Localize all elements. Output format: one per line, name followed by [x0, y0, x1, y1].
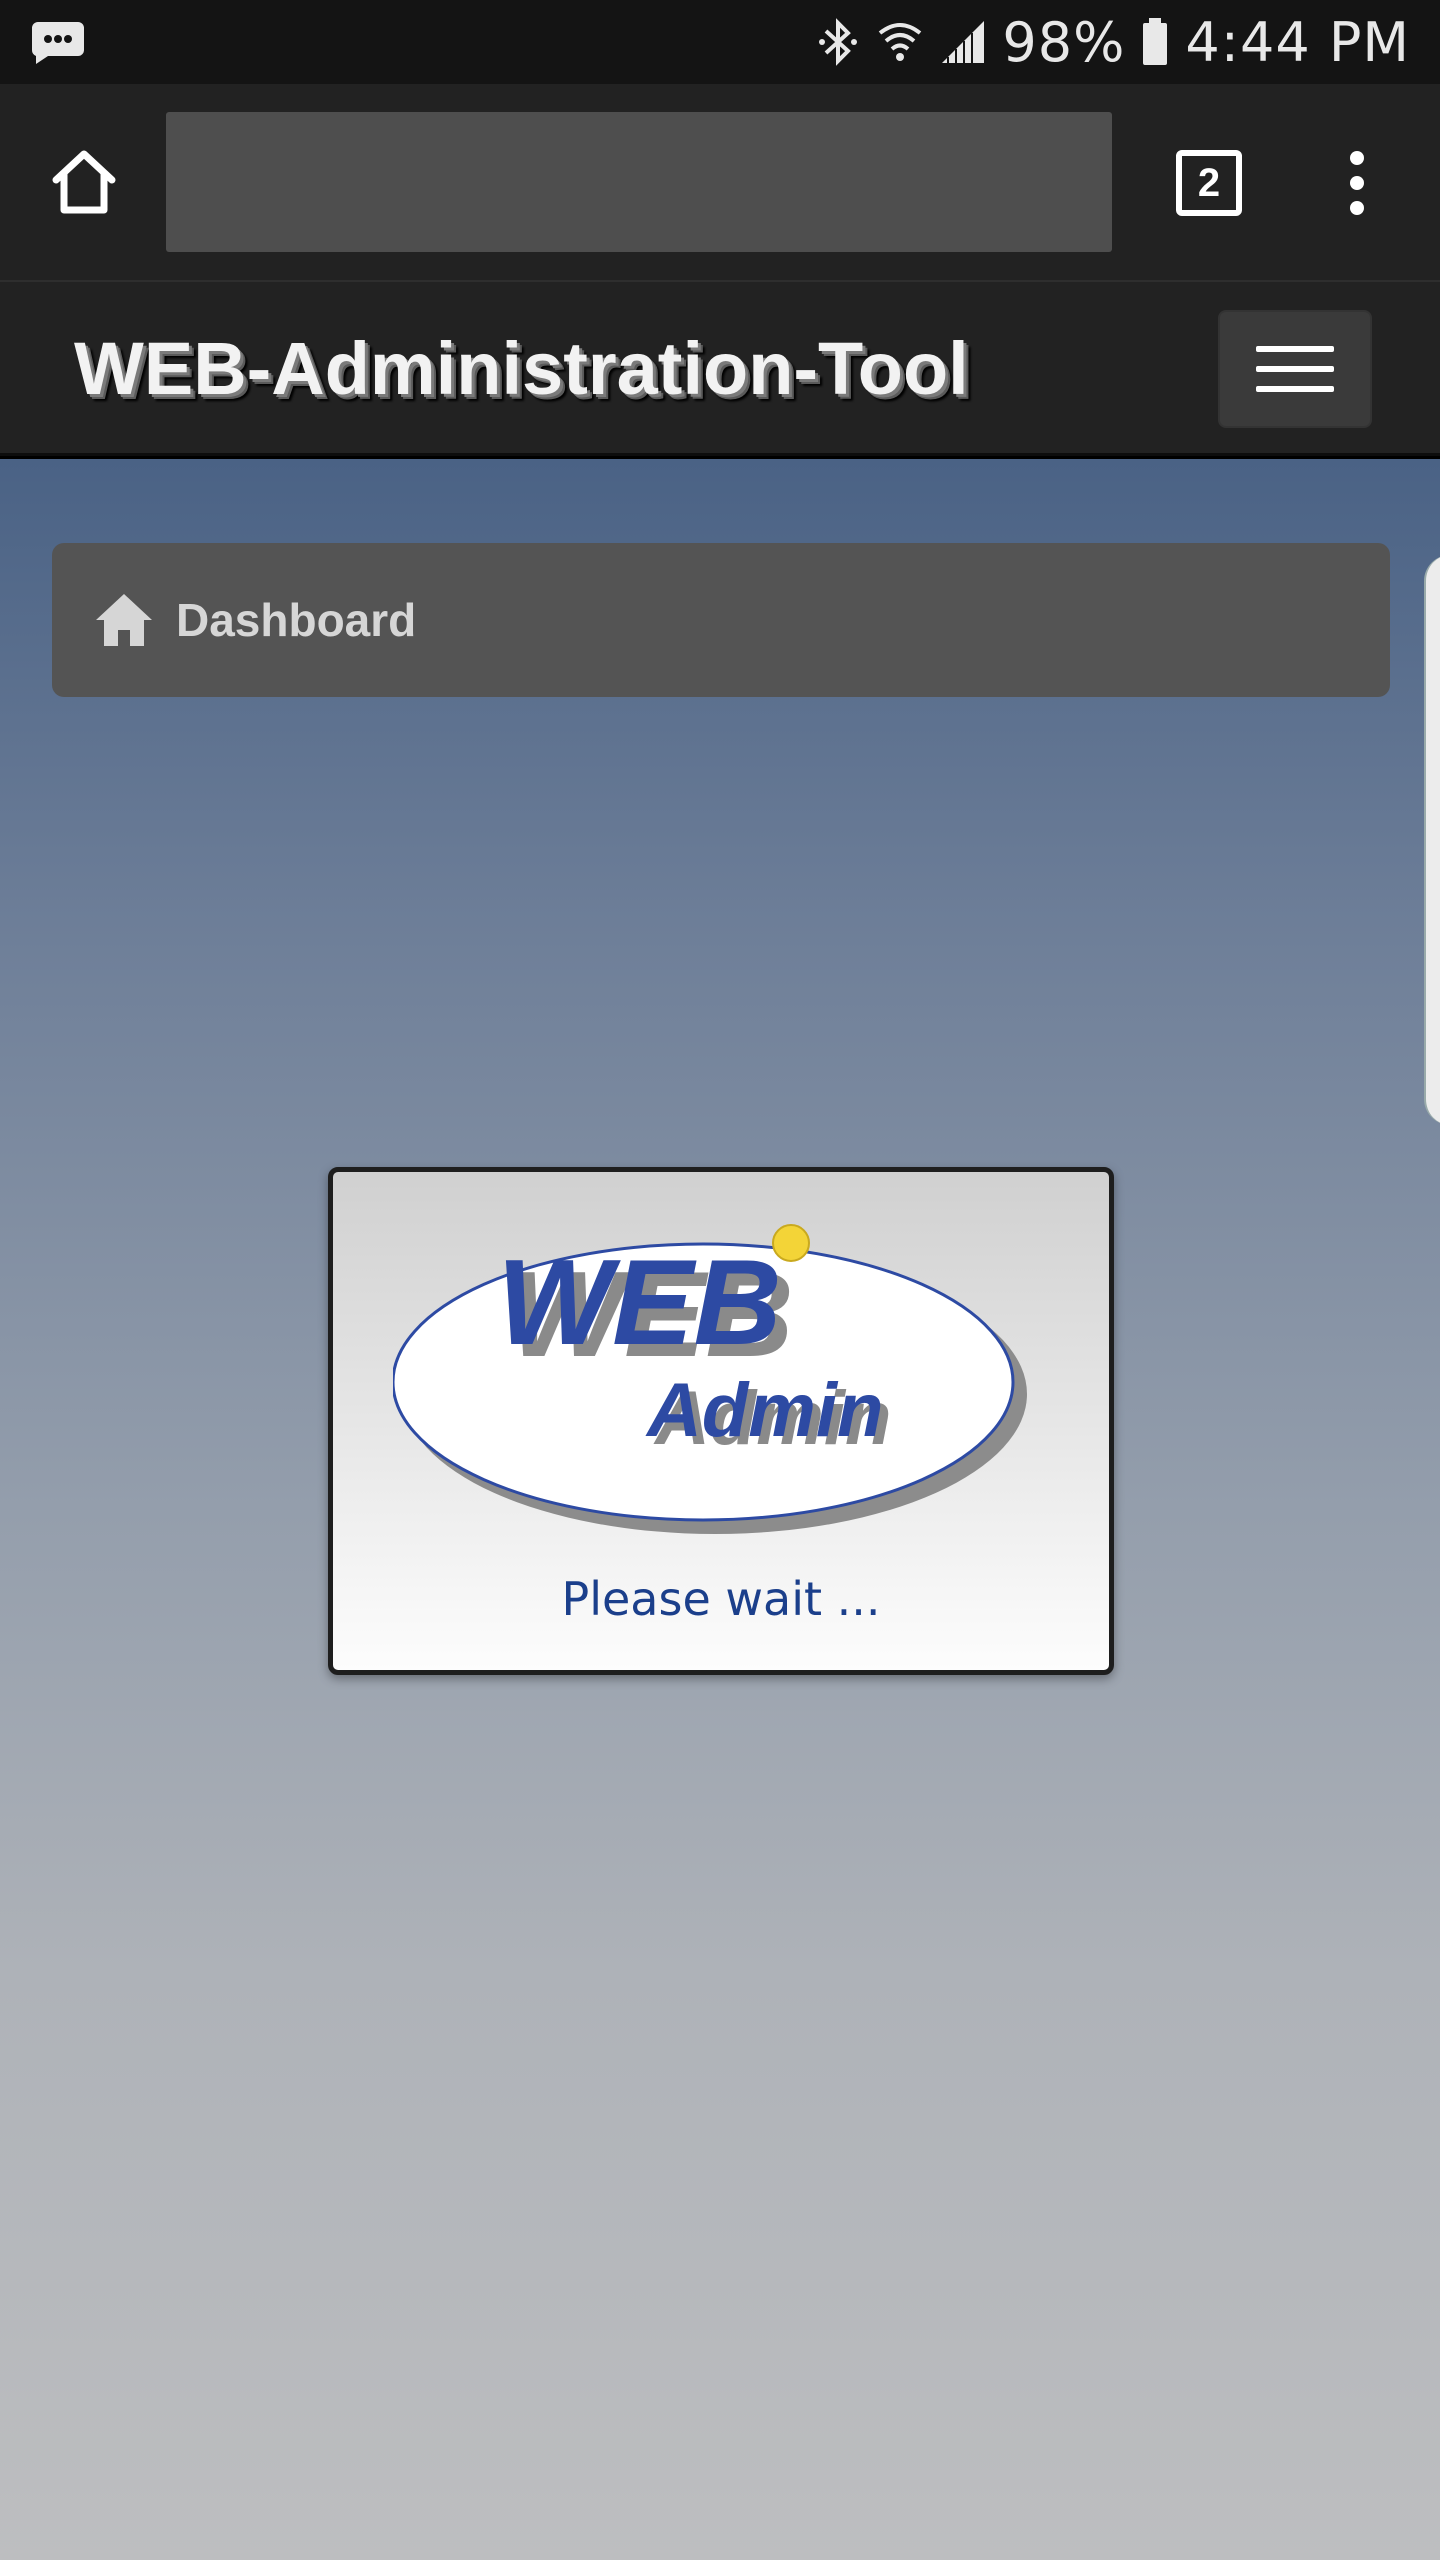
bluetooth-icon: [819, 18, 858, 66]
browser-toolbar: 2: [0, 84, 1440, 280]
loading-dialog: WEB WEB Admin Admin Please wait ...: [328, 1167, 1114, 1675]
battery-icon: [1143, 18, 1168, 65]
breadcrumb-label: Dashboard: [176, 594, 417, 646]
breadcrumb[interactable]: Dashboard: [52, 543, 1390, 697]
hamburger-icon-bar: [1256, 366, 1334, 372]
app-header: WEB-Administration-Tool: [0, 280, 1440, 456]
hamburger-icon-bar: [1256, 346, 1334, 352]
side-panel-edge[interactable]: [1424, 555, 1440, 1125]
battery-percent: 98%: [1002, 10, 1126, 74]
app-title[interactable]: WEB-Administration-Tool: [74, 326, 969, 411]
url-bar[interactable]: [166, 112, 1112, 252]
home-outline-icon: [52, 150, 116, 214]
nav-menu-button[interactable]: [1218, 310, 1372, 428]
logo-web-text: WEB: [497, 1234, 782, 1370]
browser-home-button[interactable]: [48, 146, 120, 218]
more-vertical-icon: [1350, 151, 1364, 215]
status-bar: 98% 4:44 PM: [0, 0, 1440, 84]
wifi-icon: [879, 23, 922, 61]
logo-admin-text: Admin: [645, 1368, 883, 1453]
clock: 4:44 PM: [1185, 10, 1410, 74]
cell-signal-icon: [942, 21, 985, 63]
browser-menu-button[interactable]: [1330, 150, 1384, 216]
home-icon: [96, 594, 152, 646]
chat-bubble-icon: [31, 22, 85, 64]
tab-switcher-button[interactable]: 2: [1176, 150, 1242, 216]
hamburger-icon-bar: [1256, 386, 1334, 392]
loading-message: Please wait ...: [561, 1572, 881, 1626]
main-content: Dashboard WEB WEB Admin Admin Please wai…: [0, 459, 1440, 2560]
web-admin-logo: WEB WEB Admin Admin: [393, 1224, 1027, 1534]
